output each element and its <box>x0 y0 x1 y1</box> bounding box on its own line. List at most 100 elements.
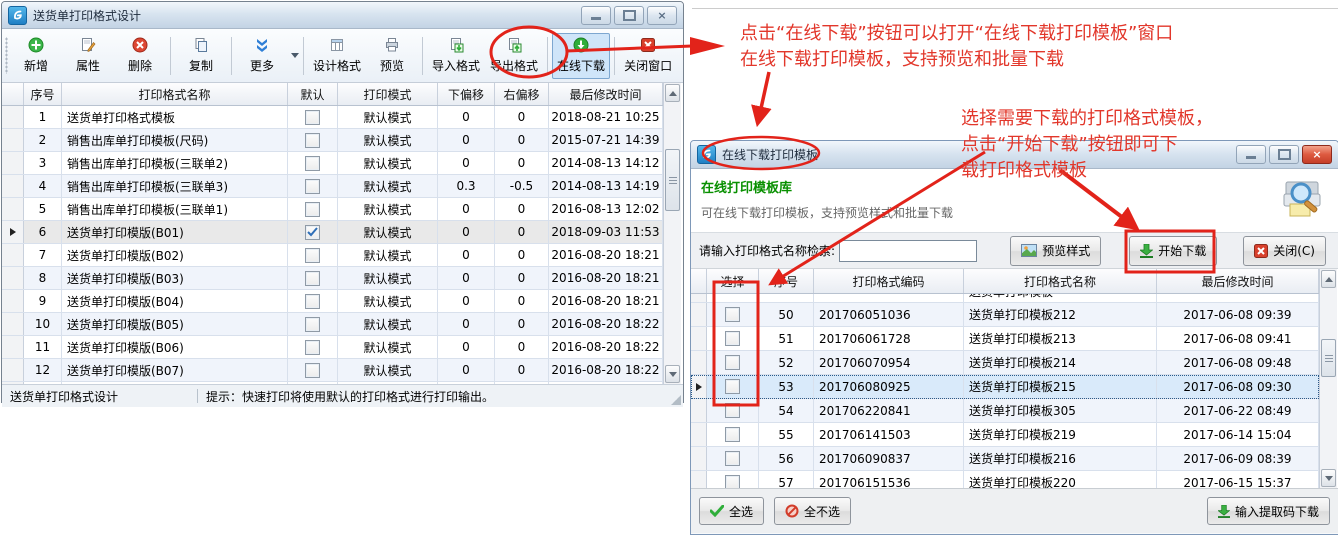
table-row[interactable]: 51201706061728送货单打印模板2132017-06-08 09:41 <box>691 327 1319 351</box>
toolbar-button-preview-printer[interactable]: 预览 <box>366 33 418 79</box>
checkbox[interactable] <box>725 451 740 466</box>
cell-select[interactable] <box>707 447 759 470</box>
checkbox[interactable] <box>305 156 320 171</box>
checkbox[interactable] <box>305 133 320 148</box>
column-header[interactable]: 打印模式 <box>338 83 438 105</box>
cell-default[interactable] <box>288 359 338 381</box>
column-header[interactable]: 选择 <box>707 269 759 293</box>
column-header[interactable]: 序号 <box>24 83 62 105</box>
column-header[interactable]: 打印格式编码 <box>814 269 964 293</box>
toolbar-drag-handle[interactable] <box>5 37 8 74</box>
maximize-button[interactable] <box>1269 145 1299 164</box>
cell-default[interactable] <box>288 175 338 197</box>
cell-default[interactable] <box>288 152 338 174</box>
table-row[interactable]: 52201706070954送货单打印模板2142017-06-08 09:48 <box>691 351 1319 375</box>
cell-select[interactable] <box>707 399 759 422</box>
cell-default[interactable] <box>288 198 338 220</box>
cell-select[interactable] <box>707 423 759 446</box>
checkbox[interactable] <box>305 317 320 332</box>
cell-default[interactable] <box>288 221 338 243</box>
checkbox[interactable] <box>305 110 320 125</box>
checkbox[interactable] <box>305 271 320 286</box>
cell-default[interactable] <box>288 129 338 151</box>
toolbar-button-design-format[interactable]: 设计格式 <box>308 33 366 79</box>
scroll-up-button[interactable] <box>665 84 680 102</box>
toolbar-button-more[interactable]: 更多 <box>236 33 288 79</box>
cell-default[interactable] <box>288 290 338 312</box>
table-scrollbar[interactable] <box>1319 269 1337 488</box>
checkbox[interactable] <box>725 427 740 442</box>
table-row[interactable]: 5销售出库单打印模板(三联单1)默认模式002016-08-13 12:02 <box>2 198 663 221</box>
toolbar-button-online-download[interactable]: 在线下载 <box>552 33 610 79</box>
table-row[interactable]: 53201706080925送货单打印模板2152017-06-08 09:30 <box>691 375 1319 399</box>
dropdown-caret-icon[interactable] <box>291 53 299 58</box>
toolbar-button-export[interactable]: 导出格式 <box>485 33 543 79</box>
cell-default[interactable] <box>288 244 338 266</box>
table-row[interactable]: 9送货单打印模版(B04)默认模式002016-08-20 18:21 <box>2 290 663 313</box>
start-download-button[interactable]: 开始下载 <box>1129 236 1217 266</box>
checkbox[interactable] <box>305 225 320 240</box>
column-header[interactable]: 打印格式名称 <box>62 83 288 105</box>
cell-default[interactable] <box>288 106 338 128</box>
column-header[interactable]: 默认 <box>288 83 338 105</box>
column-header[interactable]: 最后修改时间 <box>549 83 663 105</box>
checkbox[interactable] <box>725 475 740 488</box>
checkbox[interactable] <box>305 294 320 309</box>
toolbar-button-delete[interactable]: 删除 <box>114 33 166 79</box>
table-row[interactable]: 56201706090837送货单打印模板2162017-06-09 08:39 <box>691 447 1319 471</box>
cell-select[interactable] <box>707 351 759 374</box>
toolbar-button-copy[interactable]: 复制 <box>175 33 227 79</box>
table-row[interactable]: 50201706051036送货单打印模板2122017-06-08 09:39 <box>691 303 1319 327</box>
cell-default[interactable] <box>288 267 338 289</box>
table-row[interactable]: 7送货单打印模版(B02)默认模式002016-08-20 18:21 <box>2 244 663 267</box>
column-header[interactable]: 打印格式名称 <box>964 269 1157 293</box>
checkbox[interactable] <box>725 331 740 346</box>
minimize-button[interactable] <box>581 6 611 25</box>
table-row[interactable]: 6送货单打印模版(B01)默认模式002018-09-03 11:53 <box>2 221 663 244</box>
maximize-button[interactable] <box>614 6 644 25</box>
select-none-button[interactable]: 全不选 <box>774 497 851 525</box>
checkbox[interactable] <box>305 340 320 355</box>
close-button[interactable]: × <box>647 6 677 25</box>
table-row[interactable]: 1送货单打印格式模板默认模式002018-08-21 10:25 <box>2 106 663 129</box>
search-input[interactable] <box>839 240 977 262</box>
cell-default[interactable] <box>288 336 338 358</box>
scroll-up-button[interactable] <box>1321 270 1336 288</box>
checkbox[interactable] <box>725 355 740 370</box>
toolbar-button-close-window[interactable]: 关闭窗口 <box>619 33 677 79</box>
checkbox[interactable] <box>305 248 320 263</box>
scroll-thumb[interactable] <box>665 149 680 211</box>
cell-select[interactable] <box>707 294 759 303</box>
table-row[interactable]: 送货单打印模板 <box>691 294 1319 303</box>
cell-select[interactable] <box>707 471 759 488</box>
column-header[interactable]: 右偏移 <box>495 83 549 105</box>
table-row[interactable]: 57201706151536送货单打印模板2202017-06-15 15:37 <box>691 471 1319 488</box>
table-scrollbar[interactable] <box>663 83 681 384</box>
minimize-button[interactable] <box>1236 145 1266 164</box>
toolbar-button-add[interactable]: 新增 <box>10 33 62 79</box>
resize-grip[interactable] <box>671 395 681 405</box>
toolbar-button-edit-page[interactable]: 属性 <box>62 33 114 79</box>
table-row[interactable]: 8送货单打印模版(B03)默认模式002016-08-20 18:21 <box>2 267 663 290</box>
table-row[interactable]: 3销售出库单打印模板(三联单2)默认模式002014-08-13 14:12 <box>2 152 663 175</box>
checkbox[interactable] <box>305 179 320 194</box>
table-row[interactable]: 4销售出库单打印模板(三联单3)默认模式0.3-0.52014-08-13 14… <box>2 175 663 198</box>
table-row[interactable]: 10送货单打印模版(B05)默认模式002016-08-20 18:22 <box>2 313 663 336</box>
column-header[interactable]: 下偏移 <box>438 83 495 105</box>
column-header[interactable]: 最后修改时间 <box>1157 269 1319 293</box>
cell-select[interactable] <box>707 327 759 350</box>
table-row[interactable]: 54201706220841送货单打印模板3052017-06-22 08:49 <box>691 399 1319 423</box>
table-row[interactable]: 2销售出库单打印模板(尺码)默认模式002015-07-21 14:39 <box>2 129 663 152</box>
checkbox[interactable] <box>725 403 740 418</box>
toolbar-button-import[interactable]: 导入格式 <box>427 33 485 79</box>
table-row[interactable]: 12送货单打印模版(B07)默认模式002016-08-20 18:22 <box>2 359 663 382</box>
design-window-titlebar[interactable]: 送货单打印格式设计 × <box>2 2 683 29</box>
checkbox[interactable] <box>305 363 320 378</box>
close-button[interactable]: × <box>1302 145 1332 164</box>
cell-select[interactable] <box>707 375 759 398</box>
scroll-thumb[interactable] <box>1321 339 1336 377</box>
scroll-down-button[interactable] <box>1321 469 1336 487</box>
select-all-button[interactable]: 全选 <box>699 497 764 525</box>
preview-style-button[interactable]: 预览样式 <box>1010 236 1101 266</box>
code-download-button[interactable]: 输入提取码下载 <box>1207 497 1330 525</box>
